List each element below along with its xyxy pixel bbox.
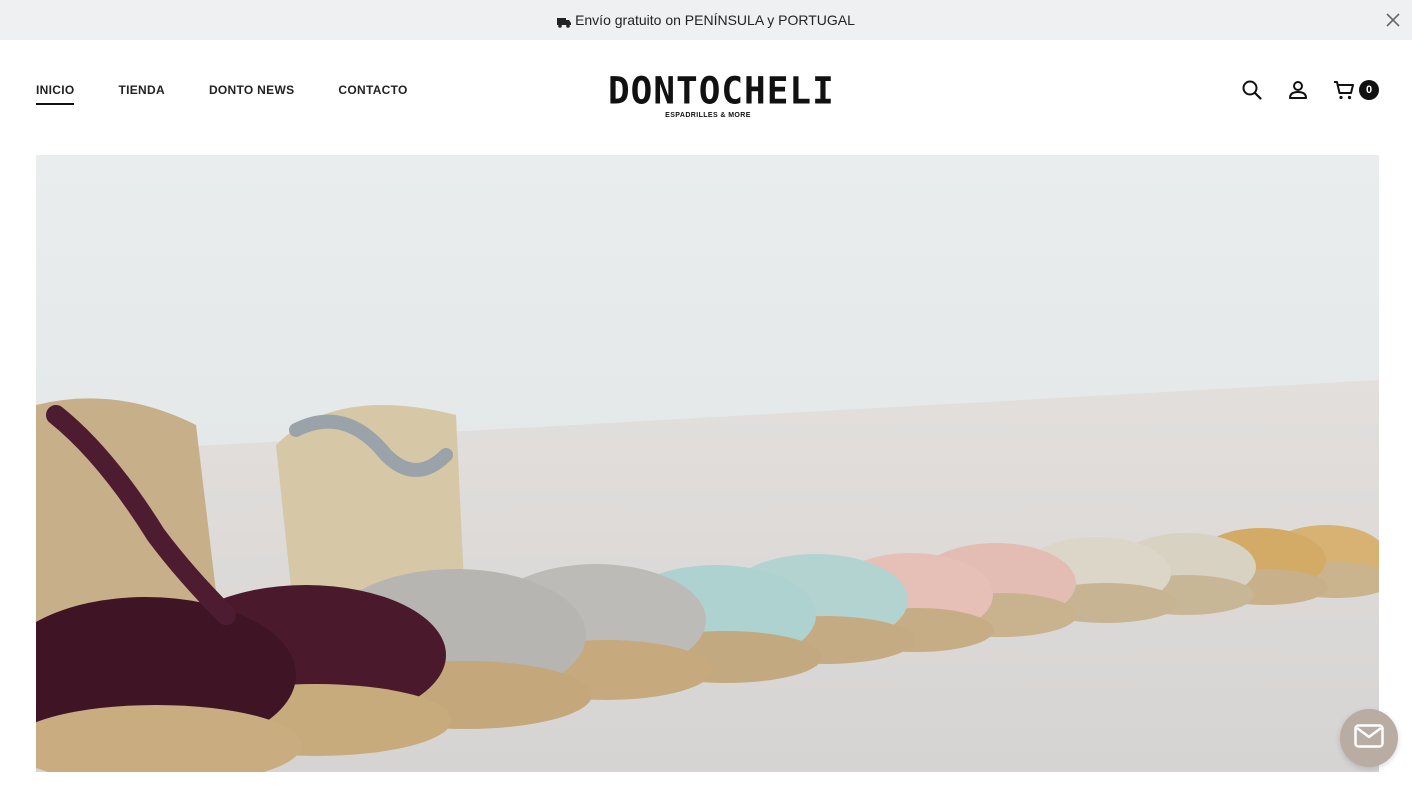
cart-count-badge: 0 <box>1359 80 1379 100</box>
search-icon[interactable] <box>1241 79 1263 101</box>
truck-icon <box>557 15 572 28</box>
header-actions: 0 <box>1241 79 1379 101</box>
mail-icon <box>1354 723 1384 753</box>
logo-tagline: ESPADRILLES & MORE <box>665 112 751 119</box>
close-icon[interactable] <box>1384 11 1402 29</box>
announcement-bar: Envío gratuito on PENÍNSULA y PORTUGAL <box>0 0 1412 40</box>
nav-item-tienda[interactable]: TIENDA <box>118 83 164 105</box>
announcement: Envío gratuito on PENÍNSULA y PORTUGAL <box>557 12 855 28</box>
cart-icon <box>1333 79 1355 101</box>
cart-button[interactable]: 0 <box>1333 79 1379 101</box>
nav-item-inicio[interactable]: INICIO <box>36 83 75 105</box>
announcement-text: Envío gratuito on PENÍNSULA y PORTUGAL <box>575 12 855 28</box>
hero-image[interactable] <box>36 155 1379 772</box>
user-icon[interactable] <box>1287 79 1309 101</box>
main-nav: INICIO TIENDA DONTO NEWS CONTACTO <box>36 83 408 105</box>
logo[interactable]: DONTOCHELI ESPADRILLES & MORE <box>608 69 835 119</box>
logo-wordmark: DONTOCHELI <box>608 69 835 113</box>
chat-button[interactable] <box>1340 709 1398 767</box>
site-header: INICIO TIENDA DONTO NEWS CONTACTO DONTOC… <box>0 40 1412 140</box>
nav-item-donto-news[interactable]: DONTO NEWS <box>209 83 294 105</box>
nav-item-contacto[interactable]: CONTACTO <box>338 83 407 105</box>
